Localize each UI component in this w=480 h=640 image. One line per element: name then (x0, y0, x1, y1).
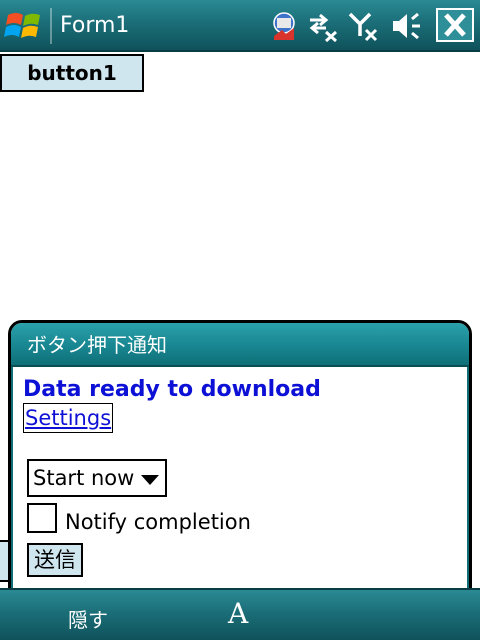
title-bar: Form1 (0, 0, 480, 52)
window-title: Form1 (60, 13, 130, 38)
windows-start-icon[interactable] (4, 8, 44, 44)
notification-header: ボタン押下通知 (11, 323, 469, 367)
left-softkey-hide[interactable]: 隠す (68, 604, 108, 633)
close-button[interactable] (436, 8, 474, 42)
button1[interactable]: button1 (0, 54, 144, 92)
settings-link[interactable]: Settings (23, 403, 114, 433)
start-select[interactable]: Start now (27, 459, 167, 497)
close-icon (444, 13, 466, 37)
notification-title: ボタン押下通知 (27, 333, 167, 357)
input-panel-icon[interactable]: A (228, 598, 248, 630)
notification-heading: Data ready to download (23, 377, 321, 402)
notify-completion-label: Notify completion (65, 510, 251, 534)
notification-popup: ボタン押下通知 Data ready to download Settings … (8, 320, 472, 610)
signal-off-icon[interactable] (346, 10, 378, 42)
notify-completion-checkbox[interactable] (27, 503, 57, 533)
notification-body: Data ready to download Settings Start no… (11, 367, 469, 607)
volume-muted-icon[interactable] (390, 10, 422, 42)
title-separator (50, 8, 52, 44)
menu-bar: 隠す A (0, 588, 480, 640)
connectivity-icon[interactable] (306, 10, 338, 42)
chevron-down-icon (141, 475, 159, 485)
start-select-value: Start now (33, 466, 135, 490)
phone-tools-icon[interactable] (268, 10, 300, 42)
send-button[interactable]: 送信 (27, 543, 83, 577)
